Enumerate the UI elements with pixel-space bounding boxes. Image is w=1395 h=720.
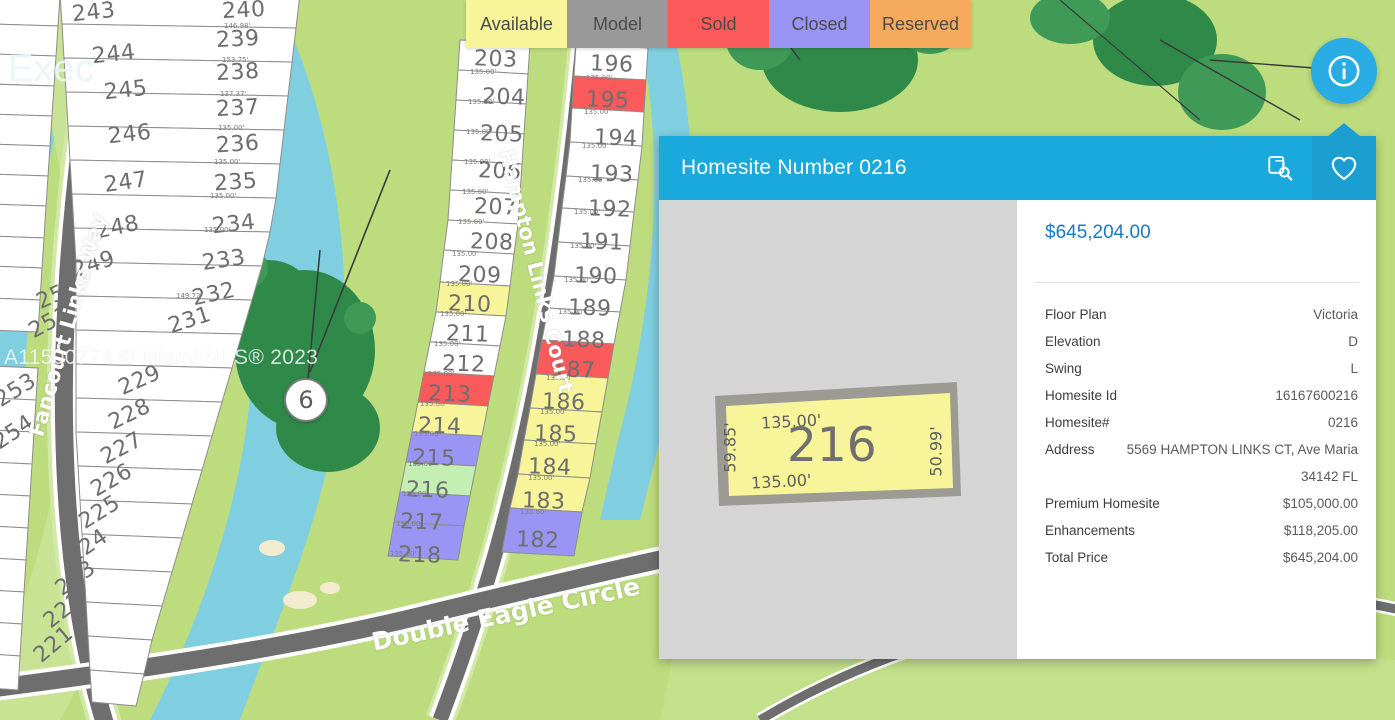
spec-row: Homesite Id 16167600216: [1045, 382, 1358, 409]
legend-item-closed[interactable]: Closed: [769, 0, 870, 48]
hole-marker-number: 6: [298, 386, 314, 414]
lot-diagram: 135.00' 135.00' 59.85' 50.99' 216: [709, 380, 969, 510]
spec-key: Floor Plan: [1045, 307, 1107, 322]
homesite-spec-list: Floor Plan Victoria Elevation D Swing L …: [1035, 283, 1358, 571]
detail-card-header: Homesite Number 0216: [659, 136, 1376, 200]
homesite-price: $645,204.00: [1045, 222, 1151, 243]
spec-row: Homesite# 0216: [1045, 409, 1358, 436]
detail-card-title: Homesite Number 0216: [681, 156, 907, 179]
legend-item-sold[interactable]: Sold: [668, 0, 769, 48]
spec-key: Homesite Id: [1045, 388, 1118, 403]
homesite-info-pane: $645,204.00 Floor Plan Victoria Elevatio…: [1017, 200, 1376, 659]
favorite-button[interactable]: [1312, 136, 1376, 200]
spec-row: Address 5569 HAMPTON LINKS CT, Ave Maria…: [1045, 436, 1358, 490]
lot-diagram-pane: 135.00' 135.00' 59.85' 50.99' 216: [659, 200, 1017, 659]
spec-row: Enhancements $118,205.00: [1045, 517, 1358, 544]
spec-row: Floor Plan Victoria: [1045, 301, 1358, 328]
detail-card-actions: [1248, 136, 1376, 200]
spec-value: $118,205.00: [1283, 523, 1358, 538]
price-block: $645,204.00: [1035, 200, 1358, 283]
lot-dimension-bottom: 135.00': [750, 470, 812, 493]
spec-key: Enhancements: [1045, 523, 1136, 538]
spec-key: Total Price: [1045, 550, 1109, 565]
spec-row: Elevation D: [1045, 328, 1358, 355]
lot-dimension-right: 50.99': [926, 426, 946, 477]
legend-label: Model: [592, 13, 643, 34]
legend-label: Closed: [791, 13, 848, 34]
spec-value: 16167600216: [1275, 388, 1358, 403]
spec-row: Premium Homesite $105,000.00: [1045, 490, 1358, 517]
homesite-detail-card: Homesite Number 0216 135.00' 135.00' 59.…: [659, 136, 1376, 659]
spec-key: Address: [1045, 442, 1095, 457]
spec-value: Victoria: [1313, 307, 1358, 322]
lot-diagram-number: 216: [787, 418, 877, 473]
spec-value: $105,000.00: [1282, 496, 1358, 511]
legend-label: Reserved: [881, 13, 960, 34]
spec-key: Swing: [1045, 361, 1082, 376]
compare-button[interactable]: [1248, 136, 1312, 200]
spec-row: Total Price $645,204.00: [1045, 544, 1358, 571]
detail-card-body: 135.00' 135.00' 59.85' 50.99' 216 $645,2…: [659, 200, 1376, 659]
golf-hole-marker[interactable]: 6: [284, 378, 328, 422]
spec-value: L: [1350, 361, 1358, 376]
spec-value: $645,204.00: [1282, 550, 1358, 565]
legend-label: Sold: [700, 13, 737, 34]
spec-key: Premium Homesite: [1045, 496, 1160, 511]
status-legend: Available Model Sold Closed Reserved: [466, 0, 971, 48]
legend-item-model[interactable]: Model: [567, 0, 668, 48]
legend-label: Available: [480, 13, 553, 34]
spec-value: 5569 HAMPTON LINKS CT, Ave Maria 34142 F…: [1126, 442, 1358, 484]
spec-value: 0216: [1327, 415, 1358, 430]
compare-search-icon: [1268, 156, 1293, 181]
lot-dimension-left: 59.85': [720, 422, 740, 473]
legend-item-available[interactable]: Available: [466, 0, 567, 48]
spec-row: Swing L: [1045, 355, 1358, 382]
spec-key: Elevation: [1045, 334, 1101, 349]
spec-key: Homesite#: [1045, 415, 1110, 430]
legend-item-reserved[interactable]: Reserved: [870, 0, 971, 48]
favorite-heart-icon: [1331, 156, 1357, 180]
info-button[interactable]: [1311, 38, 1377, 104]
site-map-application: 240 239 238 237 236 235 234 233 232 231 …: [0, 0, 1395, 720]
info-circle-icon: [1328, 55, 1360, 87]
spec-value: D: [1348, 334, 1358, 349]
